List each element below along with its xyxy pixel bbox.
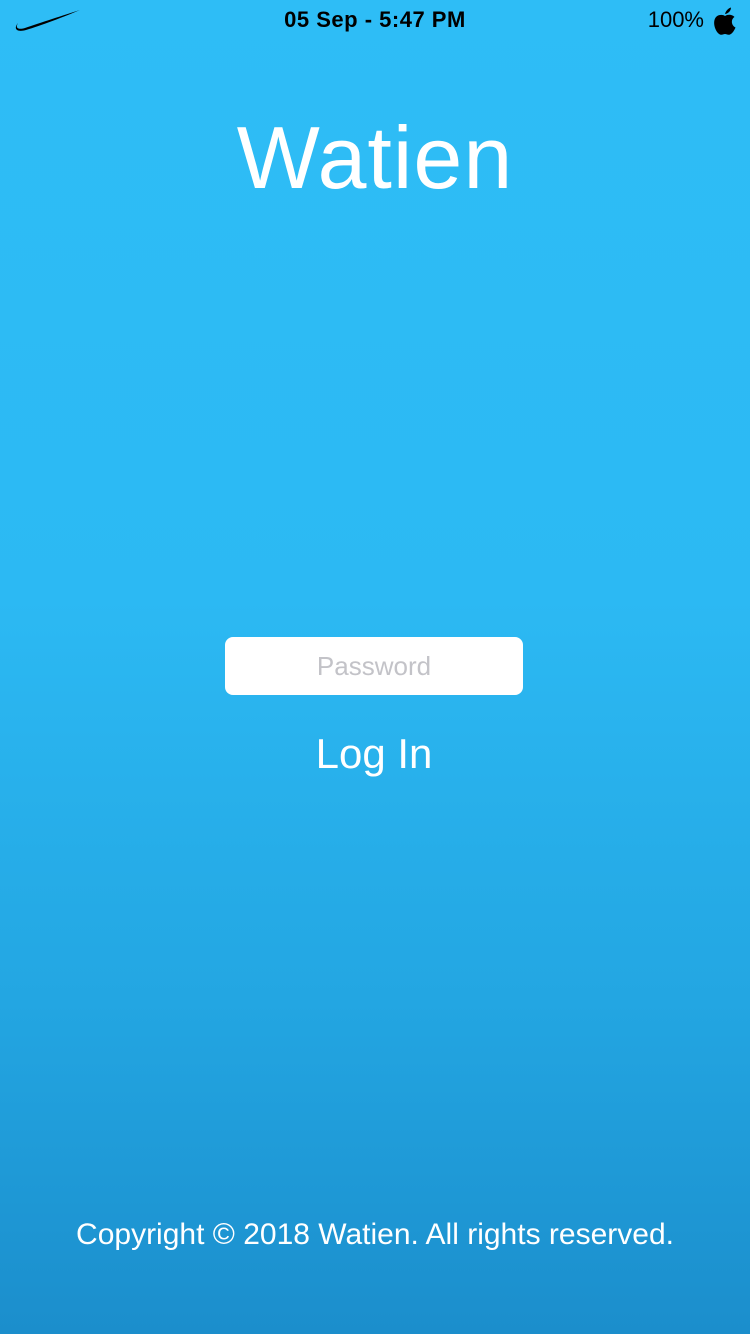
apple-icon: [714, 7, 736, 35]
app-title: Watien: [236, 108, 514, 207]
status-time: 05 Sep - 5:47 PM: [284, 7, 466, 32]
login-button[interactable]: Log In: [225, 722, 523, 786]
login-screen: 05 Sep - 5:47 PM 100% Watien Log In Copy…: [0, 0, 750, 1334]
battery-percentage: 100%: [647, 7, 704, 32]
status-bar: 05 Sep - 5:47 PM 100%: [0, 0, 750, 40]
copyright-text: Copyright © 2018 Watien. All rights rese…: [76, 1218, 674, 1251]
password-input[interactable]: [225, 637, 523, 695]
